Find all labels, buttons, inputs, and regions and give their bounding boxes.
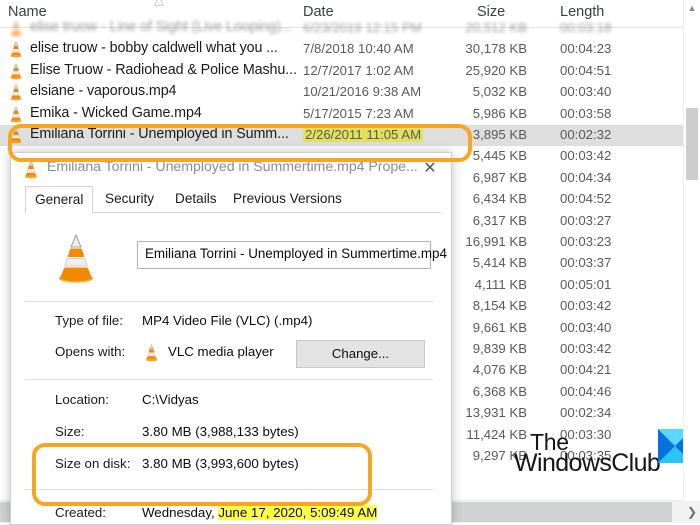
file-name-cell: Emika - Wicked Game.mp4 <box>30 104 202 121</box>
file-length-cell: 00:03:35 <box>560 448 612 463</box>
file-name-cell: elsiane - vaporous.mp4 <box>30 83 177 100</box>
vlc-cone-icon <box>8 63 24 80</box>
tab-general[interactable]: General <box>25 186 94 213</box>
created-label: Created: <box>55 505 106 520</box>
vertical-scrollbar[interactable]: ▲ ▼ <box>683 0 700 523</box>
vertical-scroll-thumb[interactable] <box>686 108 698 180</box>
property-row-created: Created: Wednesday, June 17, 2020, 5:09:… <box>25 505 433 524</box>
table-row[interactable]: Emiliana Torrini - Unemployed in Summ...… <box>0 125 700 147</box>
scroll-up-arrow-icon[interactable]: ▲ <box>684 0 700 16</box>
size-label: Size: <box>55 424 85 439</box>
divider-2 <box>25 379 433 380</box>
file-length-cell: 00:03:40 <box>560 319 612 335</box>
dialog-title: Emiliana Torrini - Unemployed in Summert… <box>47 159 418 175</box>
file-name-cell: Elise Truow - Radiohead & Police Mashu..… <box>30 61 297 78</box>
divider-1 <box>25 301 433 302</box>
file-length-cell: 00:04:52 <box>560 191 612 207</box>
file-date-cell: 7/8/2018 10:40 AM <box>303 41 414 57</box>
file-date-cell: 5/17/2015 7:23 AM <box>303 105 414 121</box>
file-length-cell: 00:04:21 <box>560 362 612 378</box>
file-size-cell: 30,178 KB <box>465 41 527 57</box>
file-date-cell: 10/21/2016 9:38 AM <box>303 84 422 100</box>
dialog-tab-strip: General Security Details Previous Versio… <box>11 186 451 213</box>
file-size-cell: 25,920 KB <box>465 62 527 78</box>
file-size-cell: 3,895 KB <box>472 127 527 142</box>
opens-with-label: Opens with: <box>55 344 126 359</box>
file-date-cell: 2/26/2011 11:05 AM <box>303 127 424 142</box>
type-of-file-value: MP4 Video File (VLC) (.mp4) <box>142 313 313 328</box>
sort-indicator-icon: △ <box>152 0 166 6</box>
file-date-cell: 6/23/2019 12:15 PM <box>303 20 422 35</box>
file-length-cell: 00:03:18 <box>560 20 612 35</box>
vlc-cone-icon <box>8 127 24 144</box>
vlc-cone-icon <box>8 20 24 37</box>
file-size-cell: 5,032 KB <box>472 84 527 100</box>
table-row[interactable]: Elise Truow - Radiohead & Police Mashu..… <box>0 61 700 82</box>
table-row[interactable]: elise truow - Line of Sight (Live Loopin… <box>0 18 700 39</box>
file-name-block: Emiliana Torrini - Unemployed in Summert… <box>25 227 447 293</box>
file-length-cell: 00:03:27 <box>560 212 612 228</box>
file-length-cell: 00:02:34 <box>560 405 612 421</box>
file-name-value: Emiliana Torrini - Unemployed in Summert… <box>145 246 447 261</box>
created-highlight: June 17, 2020, 5:09:49 AM <box>218 505 378 520</box>
dialog-title-bar: Emiliana Torrini - Unemployed in Summert… <box>11 153 451 186</box>
file-length-cell: 00:04:23 <box>560 41 612 57</box>
table-row[interactable]: Emika - Wicked Game.mp4 5/17/2015 7:23 AM… <box>0 104 700 125</box>
file-length-cell: 00:03:37 <box>560 255 612 271</box>
vlc-cone-icon <box>59 233 93 283</box>
location-label: Location: <box>55 392 109 407</box>
created-value: Wednesday, June 17, 2020, 5:09:49 AM <box>142 505 378 520</box>
file-size-cell: 5,986 KB <box>472 105 527 121</box>
file-size-cell: 20,512 KB <box>465 20 527 35</box>
created-prefix: Wednesday, <box>142 505 219 520</box>
file-length-cell: 00:03:42 <box>560 148 612 164</box>
file-length-cell: 00:03:30 <box>560 426 612 442</box>
file-length-cell: 00:04:34 <box>560 169 612 185</box>
file-length-cell: 00:03:42 <box>560 341 612 356</box>
file-date-cell: 12/7/2017 1:02 AM <box>303 62 414 78</box>
vlc-cone-icon <box>8 84 24 101</box>
file-name-input[interactable]: Emiliana Torrini - Unemployed in Summert… <box>137 241 447 269</box>
file-length-cell: 00:03:23 <box>560 234 612 249</box>
property-row-location: Location: C:\Vidyas <box>25 392 433 414</box>
change-button[interactable]: Change... <box>296 340 425 368</box>
file-length-cell: 00:04:51 <box>560 62 612 78</box>
file-name-cell: Emiliana Torrini - Unemployed in Summ... <box>30 126 289 142</box>
size-value: 3.80 MB (3,988,133 bytes) <box>142 424 299 439</box>
file-length-cell: 00:03:42 <box>560 298 612 314</box>
tab-previous-versions[interactable]: Previous Versions <box>224 186 351 212</box>
tab-details[interactable]: Details <box>166 186 226 212</box>
vlc-cone-icon <box>8 105 24 123</box>
file-length-cell: 00:02:32 <box>560 127 612 142</box>
scroll-right-arrow-icon[interactable]: ❯ <box>684 501 700 523</box>
size-on-disk-value: 3.80 MB (3,993,600 bytes) <box>142 456 299 471</box>
close-icon[interactable]: ✕ <box>417 158 443 180</box>
file-name-cell: elise truow - Line of Sight (Live Loopin… <box>30 19 293 35</box>
table-row[interactable]: elise truow - bobby caldwell what you ..… <box>0 39 700 60</box>
file-properties-dialog: Emiliana Torrini - Unemployed in Summert… <box>10 152 452 525</box>
vlc-cone-icon <box>24 160 38 179</box>
property-row-type-of-file: Type of file: MP4 Video File (VLC) (.mp4… <box>25 313 433 335</box>
general-tab-panel: Emiliana Torrini - Unemployed in Summert… <box>25 212 447 524</box>
tab-security[interactable]: Security <box>96 186 163 212</box>
property-row-size: Size: 3.80 MB (3,988,133 bytes) <box>25 424 433 446</box>
vlc-cone-icon <box>145 344 158 362</box>
type-of-file-label: Type of file: <box>55 313 123 328</box>
property-row-size-on-disk: Size on disk: 3.80 MB (3,993,600 bytes) <box>25 456 433 478</box>
table-row[interactable]: elsiane - vaporous.mp4 10/21/2016 9:38 AM… <box>0 82 700 103</box>
property-row-opens-with: Opens with: VLC media player Change... <box>25 340 433 368</box>
file-length-cell: 00:03:40 <box>560 84 612 100</box>
file-length-cell: 00:05:01 <box>560 276 612 292</box>
divider-3 <box>25 489 433 490</box>
file-length-cell: 00:04:46 <box>560 383 612 399</box>
vlc-cone-icon <box>8 41 24 58</box>
size-on-disk-label: Size on disk: <box>55 456 131 471</box>
file-length-cell: 00:03:58 <box>560 105 612 121</box>
opens-with-value: VLC media player <box>168 344 274 359</box>
file-name-cell: elise truow - bobby caldwell what you ..… <box>30 40 278 57</box>
location-value: C:\Vidyas <box>142 392 199 407</box>
